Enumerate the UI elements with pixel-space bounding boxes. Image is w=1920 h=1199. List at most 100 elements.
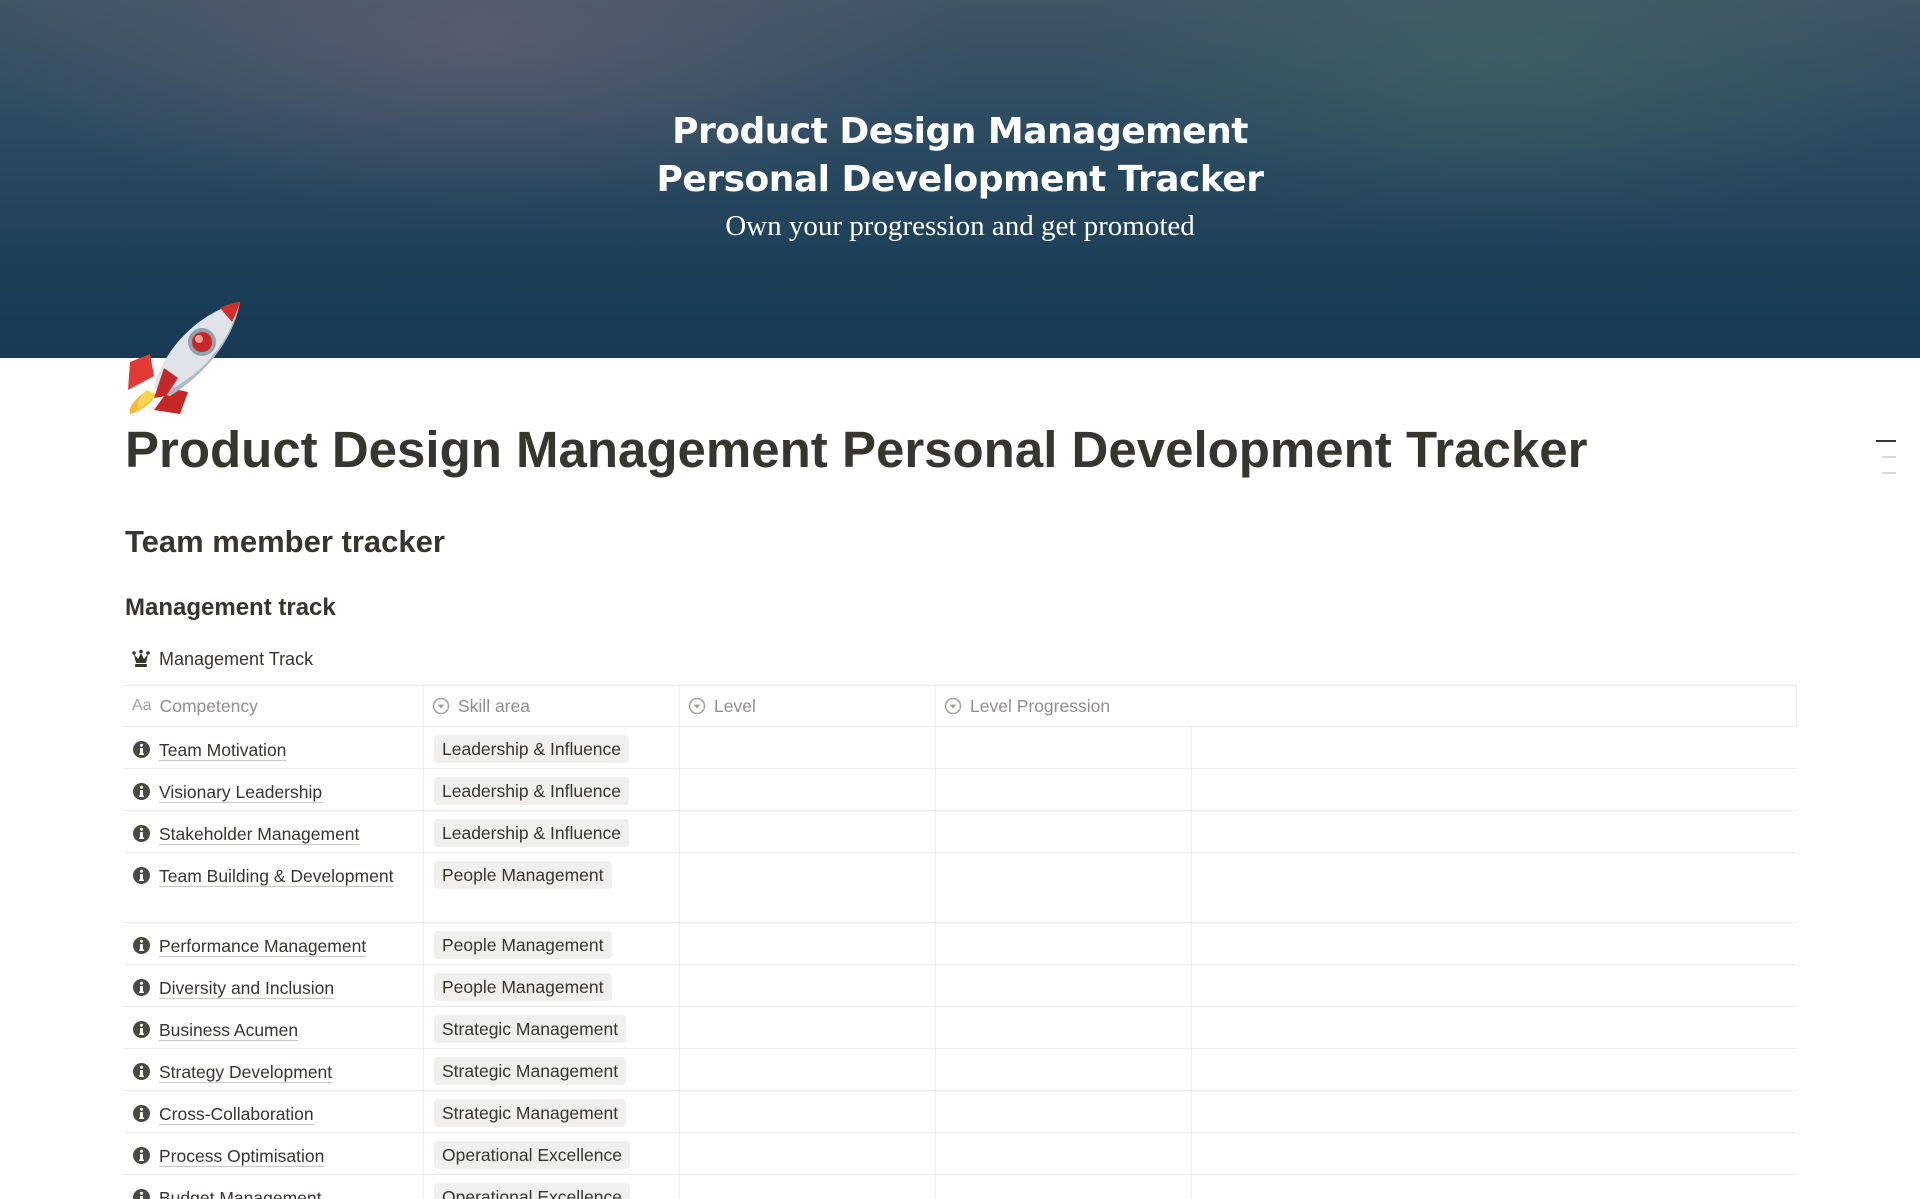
table-row[interactable]: Performance Management People Management — [124, 923, 1797, 965]
cell-level-progression[interactable] — [936, 1133, 1192, 1174]
column-header-level-progression[interactable]: Level Progression — [936, 686, 1797, 726]
competency-name[interactable]: Diversity and Inclusion — [159, 978, 334, 998]
info-icon — [132, 935, 151, 963]
cell-skill-area[interactable]: People Management — [424, 965, 680, 1006]
column-header-skill-area[interactable]: Skill area — [424, 686, 680, 726]
cell-skill-area[interactable]: Strategic Management — [424, 1091, 680, 1132]
cell-competency[interactable]: Visionary Leadership — [124, 769, 424, 810]
competency-link[interactable]: Budget Management — [132, 1184, 415, 1199]
table-row[interactable]: Budget Management Operational Excellence — [124, 1175, 1797, 1199]
table-row[interactable]: Stakeholder Management Leadership & Influ… — [124, 811, 1797, 853]
competency-name[interactable]: Visionary Leadership — [159, 782, 322, 802]
cell-level[interactable] — [680, 1133, 936, 1174]
cell-level-progression[interactable] — [936, 853, 1192, 922]
cell-empty — [1192, 1175, 1797, 1199]
cell-level[interactable] — [680, 1007, 936, 1048]
competency-link[interactable]: Team Motivation — [132, 736, 415, 767]
cell-level[interactable] — [680, 1175, 936, 1199]
chess-queen-icon — [132, 649, 150, 667]
cell-empty — [1192, 1133, 1797, 1174]
competency-name[interactable]: Team Building & Development — [159, 866, 393, 886]
cell-level-progression[interactable] — [936, 965, 1192, 1006]
competency-link[interactable]: Visionary Leadership — [132, 778, 415, 809]
cell-skill-area[interactable]: Strategic Management — [424, 1007, 680, 1048]
cell-skill-area[interactable]: People Management — [424, 853, 680, 922]
cell-competency[interactable]: Stakeholder Management — [124, 811, 424, 852]
cell-level-progression[interactable] — [936, 811, 1192, 852]
rocket-icon[interactable] — [124, 298, 246, 416]
table-row[interactable]: Strategy Development Strategic Management — [124, 1049, 1797, 1091]
table-row[interactable]: Cross-Collaboration Strategic Management — [124, 1091, 1797, 1133]
table-row[interactable]: Business Acumen Strategic Management — [124, 1007, 1797, 1049]
column-header-level[interactable]: Level — [680, 686, 936, 726]
competency-link[interactable]: Business Acumen — [132, 1016, 415, 1047]
competency-name[interactable]: Business Acumen — [159, 1020, 298, 1040]
cell-level-progression[interactable] — [936, 1091, 1192, 1132]
info-icon — [132, 1187, 151, 1199]
cell-competency[interactable]: Team Motivation — [124, 727, 424, 768]
cell-skill-area[interactable]: Leadership & Influence — [424, 811, 680, 852]
competency-name[interactable]: Stakeholder Management — [159, 824, 359, 844]
cell-level-progression[interactable] — [936, 1007, 1192, 1048]
page-title[interactable]: Product Design Management Personal Devel… — [125, 420, 1587, 479]
toc-line[interactable] — [1882, 456, 1896, 458]
cell-competency[interactable]: Process Optimisation — [124, 1133, 424, 1174]
cell-level[interactable] — [680, 727, 936, 768]
competency-name[interactable]: Cross-Collaboration — [159, 1104, 314, 1124]
cell-level-progression[interactable] — [936, 1049, 1192, 1090]
database-title[interactable]: Management Track — [131, 646, 313, 672]
table-row[interactable]: Visionary Leadership Leadership & Influen… — [124, 769, 1797, 811]
info-icon — [132, 823, 151, 851]
competency-link[interactable]: Team Building & Development — [132, 862, 415, 893]
competency-link[interactable]: Performance Management — [132, 932, 415, 963]
cell-level-progression[interactable] — [936, 769, 1192, 810]
cell-skill-area[interactable]: Leadership & Influence — [424, 727, 680, 768]
cell-competency[interactable]: Business Acumen — [124, 1007, 424, 1048]
cell-level[interactable] — [680, 1091, 936, 1132]
table-row[interactable]: Diversity and Inclusion People Management — [124, 965, 1797, 1007]
toc-line-active[interactable] — [1876, 440, 1896, 442]
cell-skill-area[interactable]: Operational Excellence — [424, 1175, 680, 1199]
cell-skill-area[interactable]: Leadership & Influence — [424, 769, 680, 810]
competency-link[interactable]: Diversity and Inclusion — [132, 974, 415, 1005]
competency-link[interactable]: Stakeholder Management — [132, 820, 415, 851]
cell-competency[interactable]: Diversity and Inclusion — [124, 965, 424, 1006]
cell-level-progression[interactable] — [936, 923, 1192, 964]
cell-competency[interactable]: Strategy Development — [124, 1049, 424, 1090]
cell-competency[interactable]: Performance Management — [124, 923, 424, 964]
table-row[interactable]: Team Motivation Leadership & Influence — [124, 727, 1797, 769]
table-row[interactable]: Process Optimisation Operational Excellen… — [124, 1133, 1797, 1175]
column-header-competency[interactable]: Aa Competency — [124, 686, 424, 726]
cell-skill-area[interactable]: Operational Excellence — [424, 1133, 680, 1174]
competency-link[interactable]: Strategy Development — [132, 1058, 415, 1089]
cell-skill-area[interactable]: People Management — [424, 923, 680, 964]
toc-line[interactable] — [1882, 472, 1896, 474]
cell-skill-area[interactable]: Strategic Management — [424, 1049, 680, 1090]
competency-link[interactable]: Cross-Collaboration — [132, 1100, 415, 1131]
skill-area-tag: Leadership & Influence — [434, 777, 630, 805]
competency-name[interactable]: Team Motivation — [159, 740, 286, 760]
cell-competency[interactable]: Team Building & Development — [124, 853, 424, 922]
cell-level[interactable] — [680, 1049, 936, 1090]
skill-area-tag: People Management — [434, 861, 612, 889]
competency-name[interactable]: Process Optimisation — [159, 1146, 324, 1166]
cell-level[interactable] — [680, 853, 936, 922]
management-track-table: Aa Competency Skill area Level Level Pro… — [124, 685, 1797, 1199]
competency-name[interactable]: Budget Management — [159, 1188, 321, 1199]
cell-level[interactable] — [680, 769, 936, 810]
cell-competency[interactable]: Budget Management — [124, 1175, 424, 1199]
cell-level[interactable] — [680, 965, 936, 1006]
info-icon — [132, 1145, 151, 1173]
cover-banner[interactable]: Product Design Management Personal Devel… — [0, 0, 1920, 358]
cell-level[interactable] — [680, 811, 936, 852]
cell-level[interactable] — [680, 923, 936, 964]
skill-area-tag: People Management — [434, 931, 612, 959]
competency-link[interactable]: Process Optimisation — [132, 1142, 415, 1173]
cell-level-progression[interactable] — [936, 1175, 1192, 1199]
table-row[interactable]: Team Building & Development People Manage… — [124, 853, 1797, 923]
competency-name[interactable]: Performance Management — [159, 936, 366, 956]
cell-competency[interactable]: Cross-Collaboration — [124, 1091, 424, 1132]
table-of-contents-indicator[interactable] — [1876, 440, 1896, 488]
competency-name[interactable]: Strategy Development — [159, 1062, 332, 1082]
cell-level-progression[interactable] — [936, 727, 1192, 768]
